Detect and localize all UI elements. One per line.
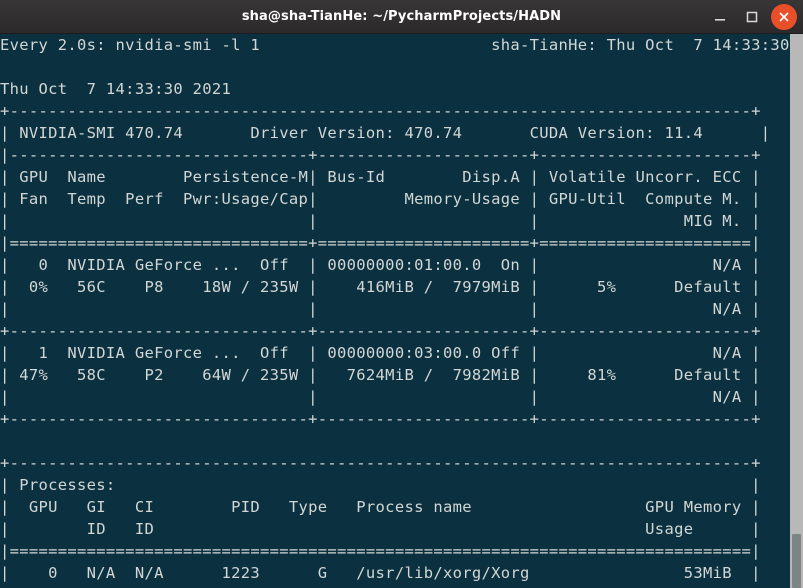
terminal-line: +---------------------------------------… <box>0 102 761 120</box>
maximize-button[interactable] <box>739 4 765 30</box>
scrollbar-thumb[interactable] <box>792 534 801 588</box>
terminal-line: | 0 N/A N/A 1223 G /usr/lib/xorg/Xorg 53… <box>0 564 761 582</box>
vertical-scrollbar[interactable] <box>790 34 803 588</box>
window-titlebar[interactable]: sha@sha-TianHe: ~/PycharmProjects/HADN <box>0 0 803 34</box>
terminal-line: | Processes: | <box>0 476 761 494</box>
terminal-line: | ID ID Usage | <box>0 520 761 538</box>
terminal-line: | | | N/A | <box>0 388 761 406</box>
window-title: sha@sha-TianHe: ~/PycharmProjects/HADN <box>241 9 562 24</box>
terminal-line: | | | MIG M. | <box>0 212 761 230</box>
terminal-line: | 0% 56C P8 18W / 235W | 416MiB / 7979Mi… <box>0 278 761 296</box>
maximize-icon <box>746 11 758 23</box>
terminal-line: +-------------------------------+-------… <box>0 410 761 428</box>
terminal-line: Every 2.0s: nvidia-smi -l 1 sha-TianHe: … <box>0 36 803 54</box>
terminal-line: +---------------------------------------… <box>0 454 761 472</box>
terminal-line: |-------------------------------+-------… <box>0 146 761 164</box>
terminal-screen: Every 2.0s: nvidia-smi -l 1 sha-TianHe: … <box>0 34 803 584</box>
terminal-line: | | | N/A | <box>0 300 761 318</box>
close-button[interactable] <box>771 4 797 30</box>
terminal-line: | Fan Temp Perf Pwr:Usage/Cap| Memory-Us… <box>0 190 761 208</box>
terminal-line: | GPU GI CI PID Type Process name GPU Me… <box>0 498 761 516</box>
terminal-window: sha@sha-TianHe: ~/PycharmProjects/HADN E… <box>0 0 803 588</box>
terminal-line: | 0 NVIDIA GeForce ... Off | 00000000:01… <box>0 256 761 274</box>
window-controls <box>707 0 797 34</box>
terminal-line: |===============================+=======… <box>0 234 761 252</box>
minimize-button[interactable] <box>707 4 733 30</box>
terminal-line: | 1 NVIDIA GeForce ... Off | 00000000:03… <box>0 344 761 362</box>
close-icon <box>779 12 789 22</box>
terminal-line: | 47% 58C P2 64W / 235W | 7624MiB / 7982… <box>0 366 761 384</box>
terminal-line: | GPU Name Persistence-M| Bus-Id Disp.A … <box>0 168 761 186</box>
terminal-line: |=======================================… <box>0 542 761 560</box>
terminal-content-area[interactable]: Every 2.0s: nvidia-smi -l 1 sha-TianHe: … <box>0 34 803 588</box>
terminal-line: Thu Oct 7 14:33:30 2021 <box>0 80 232 98</box>
terminal-line: +-------------------------------+-------… <box>0 322 761 340</box>
terminal-line: | NVIDIA-SMI 470.74 Driver Version: 470.… <box>0 124 771 142</box>
minimize-icon <box>715 19 725 21</box>
